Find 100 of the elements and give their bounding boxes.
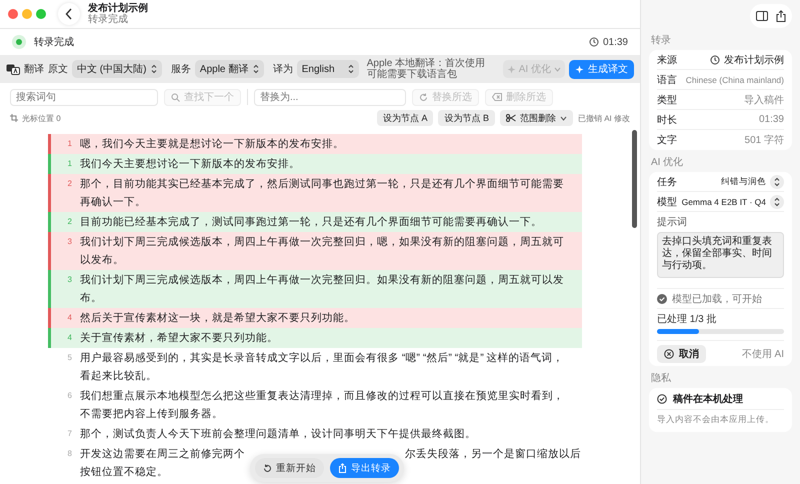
clock-icon — [588, 37, 599, 47]
translate-label: 翻译 — [24, 62, 44, 76]
model-status-text: 模型已加载，可开始 — [672, 292, 762, 306]
share-button[interactable] — [776, 10, 786, 22]
transcript-line-text: 开发这边需要在周三之前修完两个 — [80, 447, 245, 462]
chevron-left-icon — [65, 8, 73, 20]
section-title: AI 优化 — [651, 156, 684, 169]
chevron-down-icon — [554, 66, 561, 72]
line-number: 6 — [66, 390, 73, 402]
transcript-line-text: 尔丢失段落，另一个是窗口缩放以后 — [405, 447, 581, 462]
replace-field[interactable]: 替换为... — [254, 88, 406, 106]
toggle-sidebar-button[interactable] — [756, 11, 768, 21]
line-number: 1 — [66, 138, 73, 150]
source-label: 原文 — [48, 62, 68, 76]
status-indicator — [12, 35, 26, 49]
transcript-line-text: 嗯，我们今天主要就是想讨论一下新版本的发布安排。 — [80, 137, 345, 152]
privacy-note: 导入内容不会由本应用上传。 — [657, 413, 775, 426]
info-label: 语言 — [657, 74, 677, 86]
transcript-line-text: 我们想重点展示本地模型怎么把这些重复表达清理掉，而且修改的过程可以直接在预览里实时看到，不需要把内容上传到服务器。 — [80, 389, 564, 422]
restart-button[interactable]: 重新开始 — [255, 458, 324, 478]
sparkle-icon — [574, 64, 584, 74]
set-node-b-button[interactable]: 设为节点 B — [438, 110, 495, 126]
info-label: 类型 — [657, 94, 677, 106]
service-select[interactable]: Apple 翻译 — [194, 60, 264, 78]
chevron-updown-icon — [150, 64, 158, 74]
chevron-updown-icon — [346, 64, 355, 74]
task-select[interactable]: 纠错与润色 — [721, 174, 784, 188]
info-value: 导入稿件 — [744, 94, 784, 106]
export-transcript-button[interactable]: 导出转录 — [330, 458, 399, 478]
cancel-button[interactable]: 取消 — [657, 344, 706, 362]
line-number: 8 — [66, 448, 73, 460]
line-number: 7 — [66, 428, 73, 440]
transcript-line-text: 用户最容易感受到的，其实是长录音转成文字以后，里面会有很多 “嗯” “然后” “就是” 这样的语气词，看起来比较乱。 — [80, 351, 564, 384]
chevron-updown-icon — [773, 176, 781, 186]
line-number: 2 — [66, 216, 73, 228]
translate-icon — [6, 64, 20, 74]
history-icon — [710, 54, 720, 64]
chevron-updown-icon — [252, 64, 260, 74]
refresh-icon — [419, 92, 428, 102]
search-field[interactable]: 搜索词句 — [10, 88, 158, 106]
prompt-label: 提示词 — [657, 216, 688, 229]
transcript-line-text: 我们计划下周三完成候选版本，周四上午再做一次完整回归，嗯，如果没有新的阻塞问题，周五就可以发布。 — [80, 235, 564, 268]
transcript-line-text: 那个，测试负责人今天下班前会整理问题清单，设计同事明天下午提供最终截图。 — [80, 427, 477, 442]
share-icon — [776, 10, 786, 22]
service-label: 服务 — [170, 63, 191, 76]
transcript-line-text: 我们今天主要想讨论一下新版本的发布安排。 — [80, 157, 301, 172]
sparkle-icon — [506, 64, 516, 74]
scissors-icon — [506, 114, 516, 122]
set-node-a-button[interactable]: 设为节点 A — [376, 110, 434, 126]
line-number: 4 — [66, 332, 73, 344]
prompt-field[interactable]: 去掉口头填充词和重复表达，保留全部事实、时间与行动项。 — [657, 232, 784, 278]
line-number: 5 — [66, 352, 73, 364]
target-label: 译为 — [272, 62, 293, 76]
privacy-item-text: 稿件在本机处理 — [673, 392, 743, 406]
window-title: 发布计划示例 — [88, 3, 148, 14]
setting-label: 任务 — [657, 176, 677, 188]
status-text: 转录完成 — [34, 36, 74, 49]
restart-icon — [263, 464, 272, 472]
info-value: 01:39 — [758, 114, 784, 125]
line-number: 4 — [66, 312, 73, 324]
generate-translation-button[interactable]: 生成译文 — [568, 60, 634, 78]
model-select[interactable]: Gemma 4 E2B IT · Q4 — [682, 194, 784, 208]
transcript-line-text: 按钮位置不稳定。 — [80, 466, 168, 478]
line-number: 2 — [66, 178, 73, 190]
transcript-line-text: 目前功能已经基本完成了，测试同事跑过第一轮，只是还有几个界面细节可能需要再确认一下。 — [80, 215, 543, 230]
transcript-line-text: 我们计划下周三完成候选版本，周四上午再做一次完整回归。如果没有新的阻塞问题，周五就可以发布。 — [80, 273, 564, 306]
transcript-line-text: 关于宣传素材，希望大家不要只列功能。 — [80, 331, 279, 346]
target-language-select[interactable]: English — [296, 60, 359, 78]
cursor-position-text: 光标位置 0 — [22, 112, 61, 124]
sidebar-icon — [756, 11, 768, 21]
scrollbar-thumb[interactable] — [632, 130, 637, 228]
share-icon — [338, 463, 347, 473]
crop-icon — [10, 114, 18, 122]
section-title: 隐私 — [651, 372, 672, 385]
transcript-line-text: 那个，目前功能其实已经基本完成了，然后测试同事也跑过第一轮，只是还有几个界面细节可能需要再确认一下。 — [80, 177, 564, 210]
line-number: 3 — [66, 236, 73, 248]
cancel-icon — [664, 348, 674, 358]
chevron-down-icon — [560, 116, 567, 120]
info-label: 时长 — [657, 114, 677, 126]
duration-text: 01:39 — [602, 36, 628, 48]
info-label: 来源 — [657, 54, 677, 66]
check-circle-icon — [657, 294, 667, 304]
back-button[interactable] — [58, 3, 80, 25]
info-value: 501 字符 — [744, 134, 784, 147]
translation-note: Apple 本地翻译：首次使用可能需要下载语言包 — [366, 58, 486, 80]
search-icon — [171, 92, 180, 102]
line-number: 1 — [66, 158, 73, 170]
transcript-line-text: 然后关于宣传素材这一块，就是希望大家不要只列功能。 — [80, 311, 356, 326]
source-value: 发布计划示例 — [724, 54, 784, 66]
section-title: 转录 — [651, 34, 672, 47]
range-delete-button[interactable]: 范围删除 — [500, 110, 573, 126]
window-subtitle: 转录完成 — [88, 14, 129, 25]
line-number: 3 — [66, 274, 73, 286]
delete-icon — [492, 93, 502, 101]
progress-label: 已处理 1/3 批 — [657, 312, 718, 326]
info-value: Chinese (China mainland) — [686, 74, 784, 84]
skip-ai-text: 不使用 AI — [742, 348, 784, 360]
undo-status-text: 已撤销 AI 修改 — [578, 112, 630, 124]
source-language-select[interactable]: 中文 (中国大陆) — [72, 60, 162, 78]
info-label: 文字 — [657, 134, 677, 147]
